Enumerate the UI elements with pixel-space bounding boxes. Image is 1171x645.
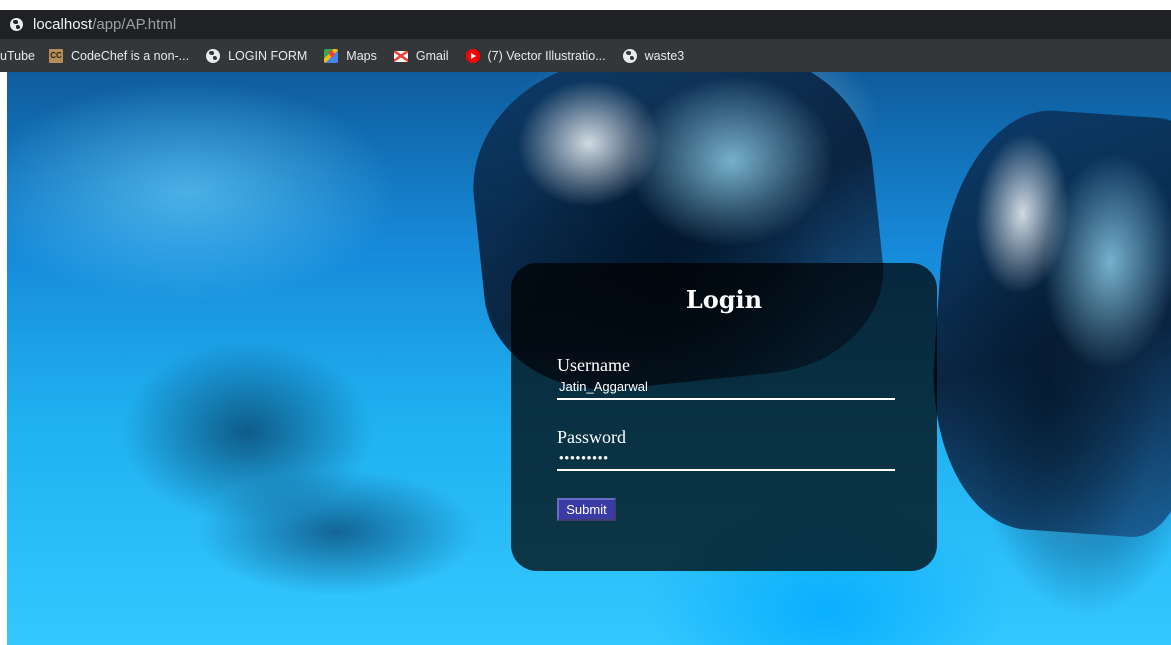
url-host: localhost <box>33 16 93 33</box>
bookmark-codechef[interactable]: CC CodeChef is a non-... <box>48 48 190 63</box>
username-label: Username <box>557 355 630 375</box>
page-viewport: Login Username Password Submit <box>7 72 1171 645</box>
window-top-strip <box>0 0 1171 10</box>
submit-button[interactable]: Submit <box>557 498 616 521</box>
bookmark-youtube-partial[interactable]: uTube <box>0 49 35 63</box>
globe-icon <box>206 48 221 63</box>
bookmark-label: CodeChef is a non-... <box>70 48 190 63</box>
url-path: /app/AP.html <box>92 16 177 33</box>
bookmark-login-form[interactable]: LOGIN FORM <box>206 48 308 63</box>
bookmark-label: waste3 <box>644 48 685 63</box>
youtube-icon <box>465 48 480 63</box>
codechef-icon: CC <box>48 48 63 63</box>
maps-icon <box>324 48 339 63</box>
bookmark-vector-illustration[interactable]: (7) Vector Illustratio... <box>465 48 606 63</box>
background-ice-cube <box>922 103 1171 541</box>
globe-icon <box>622 48 637 63</box>
password-input[interactable] <box>557 445 895 471</box>
browser-window: localhost/app/AP.html uTube CC CodeChef … <box>0 0 1171 645</box>
bookmark-waste3[interactable]: waste3 <box>622 48 685 63</box>
address-bar[interactable]: localhost/app/AP.html <box>0 10 1171 39</box>
bookmark-maps[interactable]: Maps <box>324 48 377 63</box>
bookmark-label: (7) Vector Illustratio... <box>487 48 606 63</box>
bookmarks-bar: uTube CC CodeChef is a non-... LOGIN FOR… <box>0 39 1171 72</box>
globe-icon <box>10 18 23 31</box>
login-title: Login <box>685 285 763 314</box>
bookmark-label: LOGIN FORM <box>228 48 308 63</box>
gmail-icon <box>393 51 408 62</box>
login-form: Login Username Password Submit <box>511 263 937 571</box>
bookmark-gmail[interactable]: Gmail <box>393 48 449 63</box>
username-input[interactable] <box>557 374 895 400</box>
bookmark-label: Gmail <box>415 48 449 63</box>
bookmark-label: Maps <box>346 48 377 63</box>
bookmark-label: uTube <box>0 48 35 63</box>
